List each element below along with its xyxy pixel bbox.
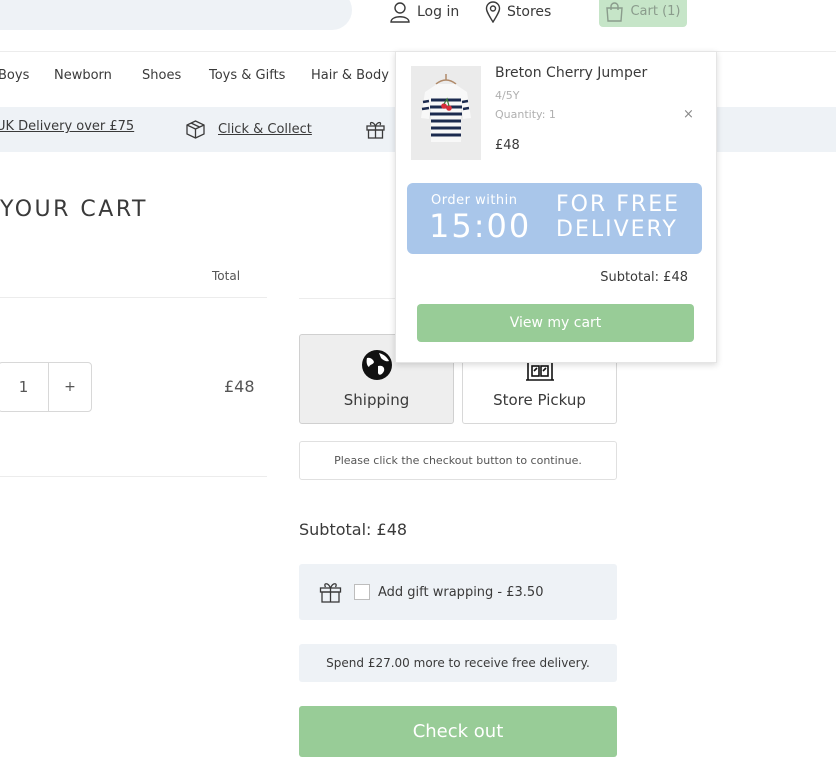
product-quantity: Quantity: 1 [495, 108, 556, 121]
quantity-value[interactable]: 1 [0, 363, 49, 411]
login-link[interactable]: Log in [389, 0, 459, 24]
nav-item-boys[interactable]: Boys [0, 68, 29, 83]
view-cart-button[interactable]: View my cart [417, 304, 694, 342]
page-title: YOUR CART [0, 197, 148, 222]
shopping-bag-icon [606, 1, 624, 22]
cart-button[interactable]: Cart (1) [599, 0, 687, 27]
click-collect-link[interactable]: Click & Collect [218, 122, 312, 137]
box-icon [186, 120, 205, 139]
remove-item-button[interactable]: × [683, 107, 694, 122]
uk-delivery-link[interactable]: UK Delivery over £75 [0, 119, 134, 134]
shipping-label: Shipping [343, 391, 410, 409]
search-input[interactable] [0, 0, 352, 30]
mini-cart-subtotal: Subtotal: £48 [600, 270, 688, 285]
nav-item-toys-gifts[interactable]: Toys & Gifts [209, 68, 285, 83]
gift-icon [319, 583, 342, 603]
product-thumbnail[interactable] [411, 66, 481, 160]
free-delivery-countdown-banner: Order within 15:00 FOR FREE DELIVERY [407, 183, 702, 254]
promo-order-within: Order within [431, 193, 518, 208]
nav-item-shoes[interactable]: Shoes [142, 68, 181, 83]
promo-free-delivery: FOR FREE DELIVERY [556, 192, 680, 242]
free-delivery-notice: Spend £27.00 more to receive free delive… [299, 644, 617, 682]
promo-free-line1: FOR FREE [556, 192, 680, 217]
gift-wrapping-checkbox[interactable] [354, 584, 370, 600]
strip-delivery: UK Delivery over £75 [0, 119, 134, 134]
product-size: 4/5Y [495, 89, 520, 102]
gift-wrapping-label: Add gift wrapping - £3.50 [378, 584, 544, 600]
globe-icon [361, 350, 392, 380]
column-header-total: Total [212, 269, 241, 283]
site-header: Log in Stores Cart (1) [0, 0, 836, 52]
divider [0, 476, 267, 477]
strip-collect: Click & Collect [185, 119, 312, 140]
mini-cart-dropdown: Breton Cherry Jumper 4/5Y Quantity: 1 × … [395, 51, 717, 363]
line-item-total: £48 [224, 377, 255, 396]
cart-label: Cart (1) [630, 4, 681, 19]
promo-free-line2: DELIVERY [556, 217, 678, 242]
quantity-stepper[interactable]: 1 + [0, 362, 92, 412]
divider [299, 298, 399, 299]
nav-item-hair-body[interactable]: Hair & Body [311, 68, 389, 83]
gift-wrapping-row: Add gift wrapping - £3.50 [299, 564, 617, 620]
divider [0, 297, 267, 298]
jumper-image-icon [411, 66, 481, 160]
login-label: Log in [417, 4, 460, 20]
promo-countdown-time: 15:00 [429, 207, 532, 245]
checkout-notice: Please click the checkout button to cont… [299, 441, 617, 480]
product-name[interactable]: Breton Cherry Jumper [495, 65, 647, 81]
location-pin-icon [485, 1, 501, 23]
strip-gift [365, 119, 398, 140]
product-price: £48 [495, 138, 520, 153]
quantity-increase-button[interactable]: + [49, 363, 91, 411]
stores-link[interactable]: Stores [485, 0, 551, 24]
gift-icon [366, 121, 385, 139]
user-icon [390, 2, 410, 23]
store-pickup-label: Store Pickup [493, 391, 586, 409]
checkout-button[interactable]: Check out [299, 706, 617, 757]
nav-item-newborn[interactable]: Newborn [54, 68, 112, 83]
cart-subtotal: Subtotal: £48 [299, 520, 408, 539]
stores-label: Stores [507, 4, 552, 20]
